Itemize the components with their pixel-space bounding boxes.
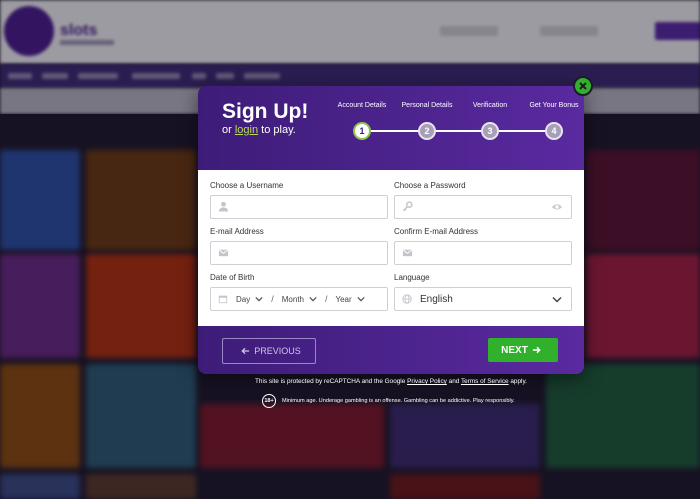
step-personal-details: Personal Details 2 bbox=[397, 102, 457, 140]
dob-month-value: Month bbox=[281, 294, 304, 304]
step-label: Verification bbox=[472, 102, 508, 109]
confirm-email-label: Confirm E-mail Address bbox=[394, 227, 479, 236]
password-input[interactable] bbox=[394, 195, 572, 219]
envelope-icon bbox=[218, 249, 229, 257]
chevron-down-icon bbox=[309, 296, 317, 302]
email-label: E-mail Address bbox=[210, 227, 264, 236]
step-verification: Verification 3 bbox=[460, 102, 520, 140]
step-label: Personal Details bbox=[401, 102, 453, 109]
step-number: 1 bbox=[353, 122, 371, 140]
dob-year-select[interactable]: Year bbox=[336, 295, 365, 304]
globe-icon bbox=[402, 294, 412, 304]
username-label: Choose a Username bbox=[210, 181, 284, 190]
email-input[interactable] bbox=[210, 241, 388, 265]
language-value: English bbox=[420, 293, 453, 305]
password-field-group: Choose a Password bbox=[394, 181, 572, 219]
recaptcha-and: and bbox=[448, 378, 460, 385]
signup-title: Sign Up! bbox=[222, 100, 309, 123]
dob-day-select[interactable]: Day bbox=[236, 295, 263, 304]
arrow-left-icon bbox=[241, 347, 250, 355]
step-number: 3 bbox=[481, 122, 499, 140]
login-link[interactable]: login bbox=[235, 124, 258, 136]
envelope-icon bbox=[402, 249, 413, 257]
dob-field-group: Date of Birth Day / Month / Year bbox=[210, 273, 388, 311]
chevron-down-icon bbox=[255, 296, 263, 302]
age-notice-text: Minimum age. Underage gambling is an off… bbox=[282, 398, 515, 404]
dob-separator: / bbox=[271, 294, 274, 304]
username-input[interactable] bbox=[210, 195, 388, 219]
confirm-email-field-group: Confirm E-mail Address bbox=[394, 227, 572, 265]
recaptcha-notice: This site is protected by reCAPTCHA and … bbox=[198, 378, 584, 385]
step-number: 4 bbox=[545, 122, 563, 140]
username-field-group: Choose a Username bbox=[210, 181, 388, 219]
previous-label: PREVIOUS bbox=[254, 346, 301, 356]
arrow-right-icon bbox=[532, 346, 541, 354]
language-select[interactable]: English bbox=[394, 287, 572, 311]
dob-month-select[interactable]: Month bbox=[282, 295, 317, 304]
confirm-email-input[interactable] bbox=[394, 241, 572, 265]
next-label: NEXT bbox=[501, 344, 528, 356]
calendar-icon bbox=[218, 295, 228, 304]
show-password-eye-icon[interactable] bbox=[551, 202, 563, 212]
recaptcha-suffix: apply. bbox=[510, 378, 527, 385]
subtitle-suffix: to play. bbox=[261, 124, 296, 136]
dob-separator: / bbox=[324, 294, 328, 304]
step-number: 2 bbox=[418, 122, 436, 140]
step-label: Get Your Bonus bbox=[529, 102, 579, 109]
age-restriction-notice: 18+ Minimum age. Underage gambling is an… bbox=[262, 394, 515, 408]
key-icon bbox=[402, 201, 413, 212]
previous-button[interactable]: PREVIOUS bbox=[222, 338, 316, 364]
signup-modal: Sign Up! or login to play. Account Detai… bbox=[198, 86, 584, 374]
language-label: Language bbox=[394, 273, 430, 282]
chevron-down-icon bbox=[552, 296, 562, 303]
signup-header: Sign Up! or login to play. Account Detai… bbox=[198, 86, 584, 170]
chevron-down-icon bbox=[357, 296, 365, 302]
step-label: Account Details bbox=[337, 102, 387, 109]
password-label: Choose a Password bbox=[394, 181, 466, 190]
dob-input: Day / Month / Year bbox=[210, 287, 388, 311]
signup-progress-steps: Account Details 1 Personal Details 2 Ver… bbox=[338, 102, 584, 152]
signup-footer: PREVIOUS NEXT bbox=[198, 326, 584, 374]
privacy-policy-link[interactable]: Privacy Policy bbox=[407, 378, 447, 385]
email-field-group: E-mail Address bbox=[210, 227, 388, 265]
close-modal-button[interactable] bbox=[573, 76, 593, 96]
step-get-your-bonus: Get Your Bonus 4 bbox=[524, 102, 584, 140]
signup-subtitle: or login to play. bbox=[222, 124, 296, 136]
user-icon bbox=[218, 201, 229, 212]
terms-of-service-link[interactable]: Terms of Service bbox=[461, 378, 509, 385]
dob-day-value: Day bbox=[236, 294, 251, 304]
step-account-details: Account Details 1 bbox=[332, 102, 392, 140]
subtitle-prefix: or bbox=[222, 124, 232, 136]
dob-label: Date of Birth bbox=[210, 273, 255, 282]
age-18-badge: 18+ bbox=[262, 394, 276, 408]
signup-form: Choose a Username Choose a Password E-ma… bbox=[198, 170, 584, 326]
language-field-group: Language English bbox=[394, 273, 572, 311]
close-icon bbox=[579, 82, 587, 90]
dob-year-value: Year bbox=[335, 294, 352, 304]
recaptcha-prefix: This site is protected by reCAPTCHA and … bbox=[255, 378, 406, 385]
next-button[interactable]: NEXT bbox=[488, 338, 558, 362]
